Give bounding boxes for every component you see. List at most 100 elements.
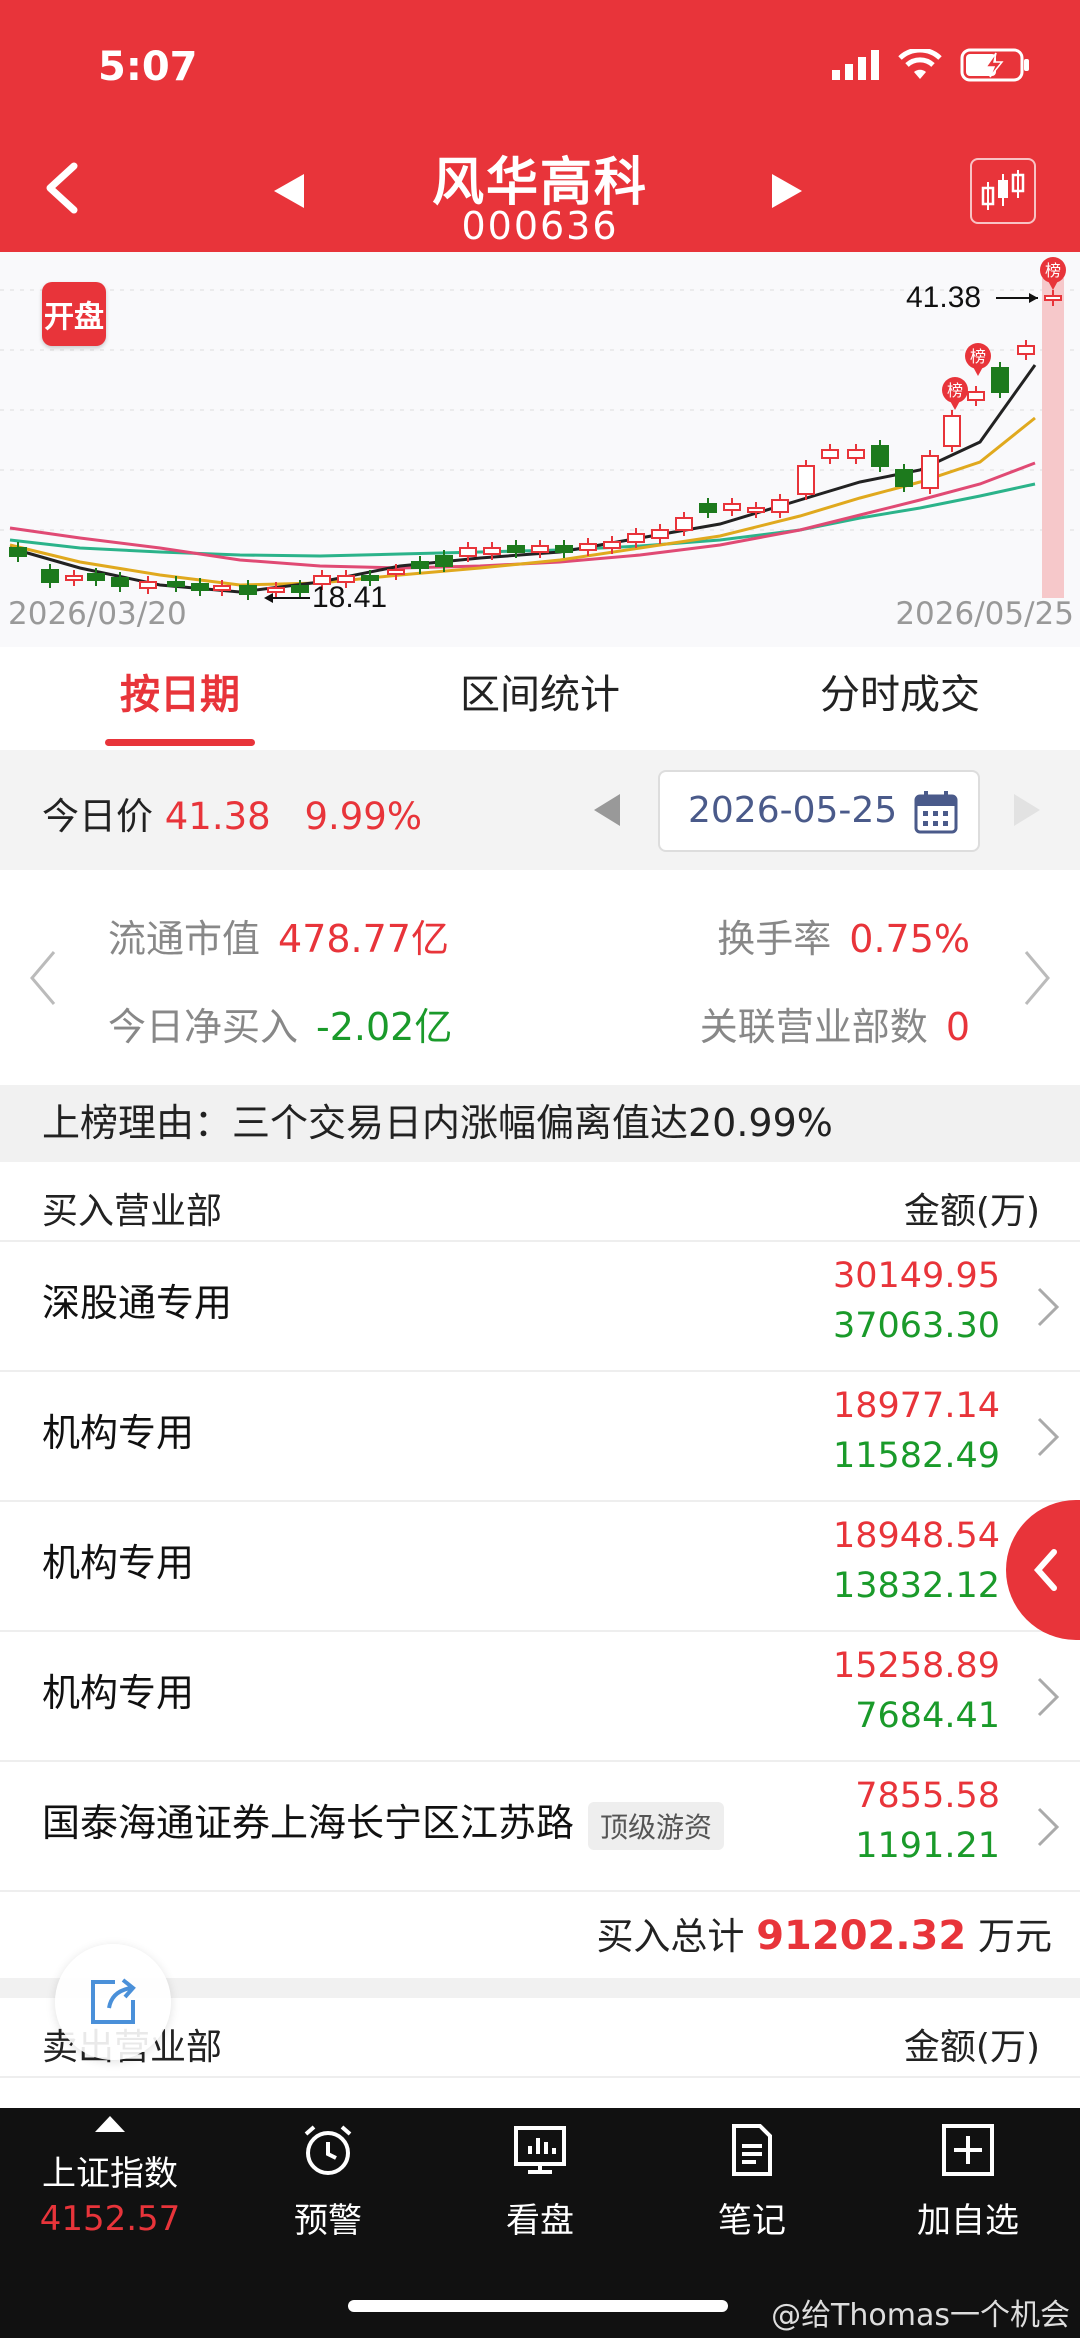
- today-price-bar: 今日价 41.38 9.99% 2026-05-25: [0, 750, 1080, 870]
- turnover: 换手率 0.75%: [717, 917, 970, 961]
- stats-prev-icon[interactable]: [28, 950, 58, 1006]
- candle-body: [967, 391, 985, 401]
- buy-total-label: 买入总计: [596, 1915, 745, 1958]
- tab-intraday-trades[interactable]: 分时成交: [720, 650, 1080, 750]
- kline-toggle-button[interactable]: [970, 158, 1036, 224]
- signal-icon: [832, 50, 879, 80]
- sell-amount: 13832.12: [832, 1566, 1000, 1606]
- branch-name: 机构专用: [42, 1671, 195, 1715]
- listing-reason: 上榜理由：三个交易日内涨幅偏离值达20.99%: [0, 1085, 1080, 1162]
- buy-amount: 18948.54: [832, 1516, 1000, 1556]
- candle-body: [65, 575, 83, 581]
- buy-amount: 7855.58: [855, 1776, 1000, 1816]
- candle-body: [411, 561, 429, 569]
- rank-marker: 榜: [942, 377, 968, 410]
- index-value: 4152.57: [39, 2199, 181, 2239]
- open-badge[interactable]: 开盘: [42, 282, 106, 346]
- buy-total-value: 91202.32: [756, 1913, 967, 1959]
- today-highlight-band: [1042, 278, 1064, 598]
- float-cap-value: 478.77亿: [278, 917, 449, 961]
- candle-body: [459, 547, 477, 557]
- next-stock-icon[interactable]: [770, 172, 804, 210]
- today-price-label: 今日价: [42, 795, 153, 838]
- candle-body: [847, 449, 865, 459]
- buy-amount: 18977.14: [832, 1386, 1000, 1426]
- buy-section-header: 买入营业部 金额(万): [0, 1162, 1080, 1242]
- candle-body: [991, 367, 1009, 393]
- status-time: 5:07: [98, 44, 198, 90]
- candle-body: [191, 583, 209, 591]
- share-button[interactable]: [55, 1944, 171, 2060]
- sell-amount: 11582.49: [832, 1436, 1000, 1476]
- nav-market[interactable]: 看盘: [450, 2122, 630, 2242]
- candle-body: [921, 455, 939, 489]
- sell-amount: 1191.21: [855, 1826, 1000, 1866]
- tab-by-date[interactable]: 按日期: [0, 650, 360, 750]
- ma-line-yellow: [9, 416, 1036, 587]
- stock-code: 000636: [461, 204, 619, 248]
- buy-row[interactable]: 机构专用 18977.14 11582.49: [0, 1372, 1080, 1502]
- prev-date-icon[interactable]: [592, 792, 622, 828]
- stats-next-icon[interactable]: [1022, 950, 1052, 1006]
- chevron-right-icon: [1037, 1417, 1060, 1457]
- nav-alert[interactable]: 预警: [238, 2122, 418, 2242]
- ma-line-black: [9, 364, 1037, 594]
- candle-body: [699, 503, 717, 513]
- amount-column-header: 金额(万): [903, 1191, 1040, 1232]
- calendar-icon: [914, 791, 958, 834]
- tab-bar: 按日期 区间统计 分时成交: [0, 650, 1080, 750]
- index-name: 上证指数: [42, 2154, 178, 2194]
- stats-panel: 流通市值 478.77亿 换手率 0.75% 今日净买入 -2.02亿 关联营业部数 0: [0, 870, 1080, 1085]
- next-date-icon[interactable]: [1012, 792, 1042, 828]
- candle-body: [267, 587, 285, 593]
- hot-money-tag: 顶级游资: [588, 1801, 725, 1850]
- document-icon: [732, 2124, 772, 2176]
- svg-text:榜: 榜: [970, 347, 986, 366]
- candle-body: [9, 547, 27, 557]
- buy-row[interactable]: 深股通专用 30149.95 37063.30: [0, 1242, 1080, 1372]
- candle-body: [239, 585, 257, 595]
- candle-body: [111, 577, 129, 587]
- related-branches-value: 0: [945, 1005, 970, 1049]
- candle-body: [651, 529, 669, 539]
- battery-icon: [960, 48, 1029, 82]
- app-header: 5:07 风华高科 000636: [0, 0, 1080, 252]
- candle-body: [361, 575, 379, 581]
- rank-marker: 榜: [965, 343, 991, 376]
- candle-body: [507, 545, 525, 553]
- nav-notes[interactable]: 笔记: [662, 2122, 842, 2242]
- turnover-value: 0.75%: [849, 917, 970, 961]
- nav-add-watchlist[interactable]: 加自选: [878, 2122, 1058, 2242]
- home-indicator[interactable]: [348, 2300, 728, 2312]
- chevron-right-icon: [1037, 1287, 1060, 1327]
- watermark: @给Thomas一个机会: [771, 2298, 1070, 2333]
- candle-body: [871, 445, 889, 467]
- branch-name: 国泰海通证券上海长宁区江苏路 顶级游资: [42, 1792, 725, 1850]
- candle-body: [821, 449, 839, 459]
- chevron-right-icon: [1037, 1807, 1060, 1847]
- wifi-icon: [898, 49, 942, 79]
- sell-amount: 7684.41: [855, 1696, 1000, 1736]
- candle-body: [603, 541, 621, 549]
- monitor-chart-icon: [514, 2126, 566, 2174]
- amount-column-header: 金额(万): [903, 2027, 1040, 2068]
- date-picker[interactable]: 2026-05-25: [658, 770, 980, 852]
- candle-body: [797, 465, 815, 495]
- kline-chart[interactable]: 41.38 18.41 榜 榜 榜 开盘 2026/03/20 2026/05/…: [0, 252, 1080, 647]
- tab-range-stats[interactable]: 区间统计: [360, 650, 720, 750]
- today-price: 今日价 41.38 9.99%: [42, 786, 422, 840]
- buy-row[interactable]: 机构专用 18948.54 13832.12: [0, 1502, 1080, 1632]
- net-buy-value: -2.02亿: [316, 1005, 453, 1049]
- chart-low-label: 18.41: [312, 581, 387, 614]
- index-ticker[interactable]: 上证指数 4152.57: [20, 2114, 200, 2239]
- candle-body: [895, 469, 913, 487]
- candle-body: [675, 517, 693, 531]
- float-cap: 流通市值 478.77亿: [108, 917, 449, 961]
- buy-row[interactable]: 机构专用 15258.89 7684.41: [0, 1632, 1080, 1762]
- candle-body: [41, 569, 59, 583]
- candle-body: [167, 581, 185, 587]
- alarm-clock-icon: [304, 2125, 352, 2175]
- candle-body: [139, 581, 157, 589]
- candle-body: [723, 503, 741, 511]
- buy-row[interactable]: 国泰海通证券上海长宁区江苏路 顶级游资 7855.58 1191.21: [0, 1762, 1080, 1892]
